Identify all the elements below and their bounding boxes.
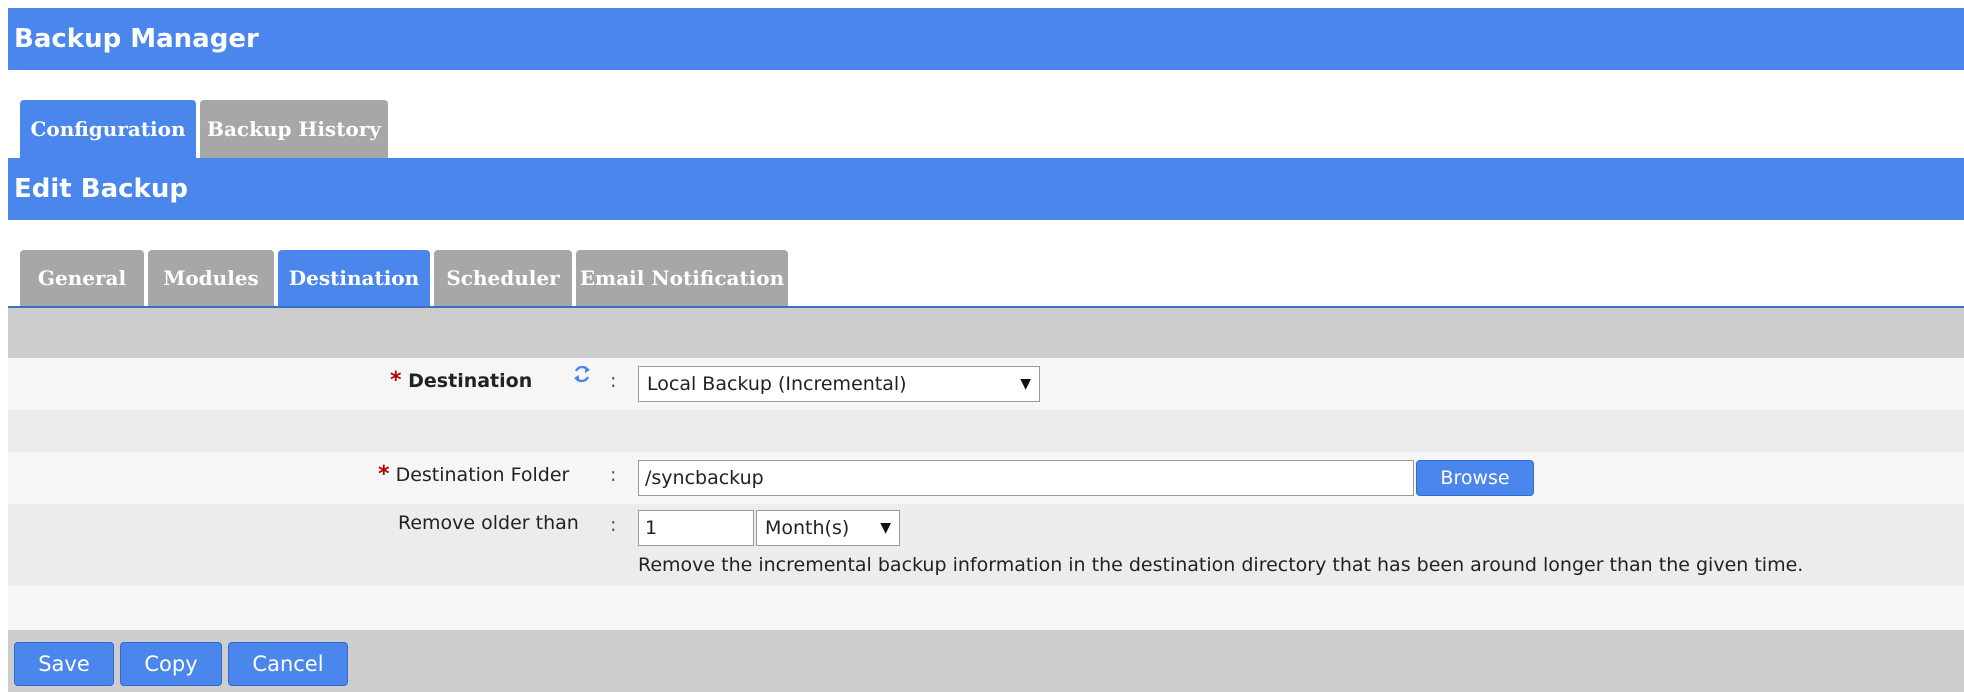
tab-label: Destination xyxy=(288,266,420,290)
tab-email-notification[interactable]: Email Notification xyxy=(576,250,788,306)
cancel-button-label: Cancel xyxy=(252,652,324,676)
destination-label: Destination xyxy=(408,370,533,392)
destination-folder-label: Destination Folder xyxy=(395,464,570,486)
app-title-bar: Backup Manager xyxy=(8,8,1964,70)
tab-label: Modules xyxy=(163,266,259,290)
colon: : xyxy=(610,464,617,486)
refresh-icon[interactable] xyxy=(570,362,594,386)
main-tab-bar: Configuration Backup History xyxy=(8,100,1964,158)
app-title: Backup Manager xyxy=(14,24,259,54)
destination-folder-input[interactable] xyxy=(638,460,1414,496)
browse-button[interactable]: Browse xyxy=(1416,460,1534,496)
required-mark: * xyxy=(378,462,390,487)
section-title: Edit Backup xyxy=(14,174,188,204)
save-button[interactable]: Save xyxy=(14,642,114,686)
remove-older-unit-select[interactable]: Month(s) ▼ xyxy=(756,510,900,546)
remove-older-label: Remove older than xyxy=(398,512,579,534)
colon: : xyxy=(610,370,617,392)
tab-backup-history[interactable]: Backup History xyxy=(200,100,388,158)
destination-label-wrap: * Destination xyxy=(390,368,532,393)
sub-tab-bar: General Modules Destination Scheduler Em… xyxy=(8,250,1964,308)
tab-modules[interactable]: Modules xyxy=(148,250,274,306)
cancel-button[interactable]: Cancel xyxy=(228,642,348,686)
tab-label: General xyxy=(37,266,127,290)
tab-scheduler[interactable]: Scheduler xyxy=(434,250,572,306)
colon: : xyxy=(610,514,617,536)
destination-select[interactable]: Local Backup (Incremental) ▼ xyxy=(638,366,1040,402)
tab-label: Scheduler xyxy=(446,266,560,290)
browse-button-label: Browse xyxy=(1440,467,1510,489)
spacer-row xyxy=(8,410,1964,452)
tab-general[interactable]: General xyxy=(20,250,144,306)
remove-older-help-text: Remove the incremental backup informatio… xyxy=(638,554,1804,576)
section-title-bar: Edit Backup xyxy=(8,158,1964,220)
tab-label: Email Notification xyxy=(579,266,785,290)
destination-select-value: Local Backup (Incremental) xyxy=(647,373,907,395)
copy-button[interactable]: Copy xyxy=(120,642,222,686)
remove-older-unit-value: Month(s) xyxy=(765,517,850,539)
tab-configuration[interactable]: Configuration xyxy=(20,100,196,158)
save-button-label: Save xyxy=(38,652,90,676)
tab-label: Configuration xyxy=(30,117,186,141)
tab-label: Backup History xyxy=(207,117,381,141)
destination-folder-label-wrap: * Destination Folder xyxy=(378,462,569,487)
spacer-row-2 xyxy=(8,586,1964,630)
required-mark: * xyxy=(390,368,402,393)
dropdown-arrow-icon: ▼ xyxy=(1020,376,1031,392)
form-header-strip xyxy=(8,308,1964,358)
remove-older-value-input[interactable] xyxy=(638,510,754,546)
copy-button-label: Copy xyxy=(144,652,198,676)
tab-destination[interactable]: Destination xyxy=(278,250,430,306)
dropdown-arrow-icon: ▼ xyxy=(880,520,891,536)
